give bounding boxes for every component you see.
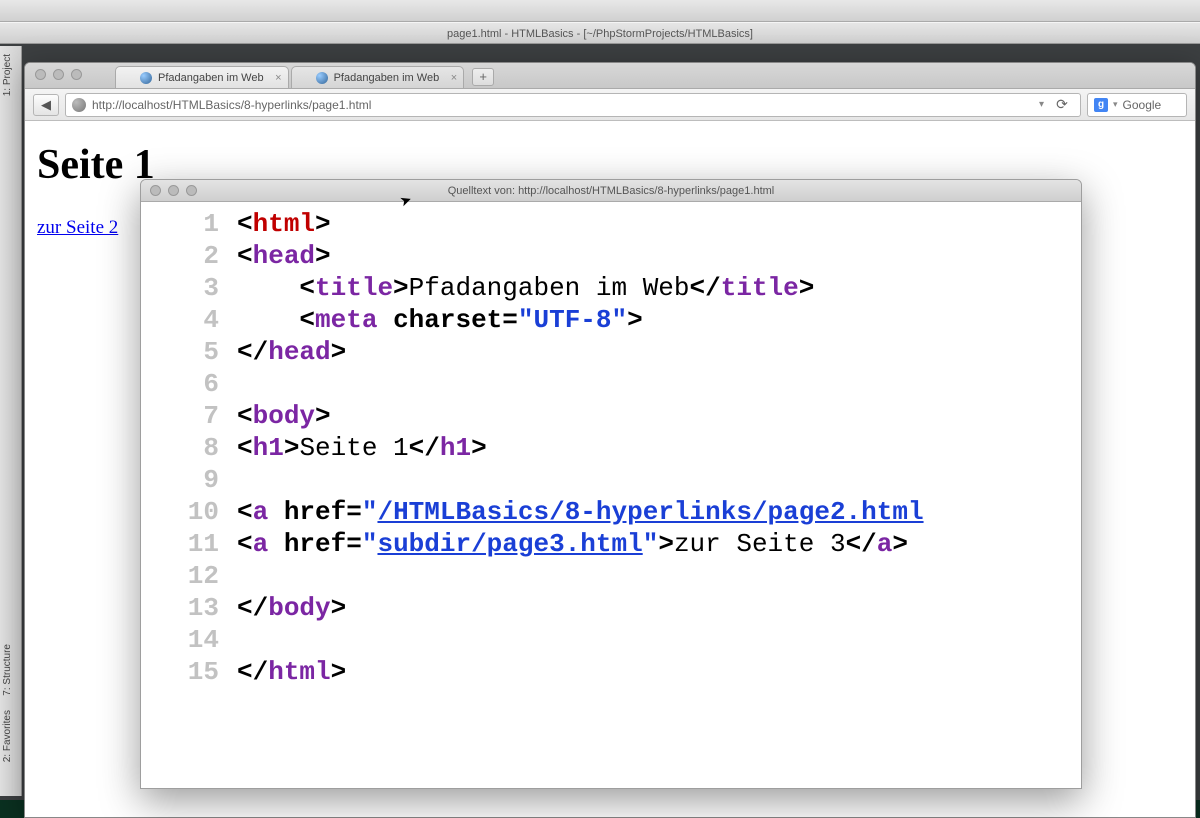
tab-label: Pfadangaben im Web [158, 67, 264, 89]
search-engine-dropdown-icon[interactable]: ▾ [1113, 99, 1118, 110]
close-icon[interactable] [150, 185, 161, 196]
tab-label: Pfadangaben im Web [334, 67, 440, 89]
ide-titlebar: page1.html - HTMLBasics - [~/PhpStormPro… [0, 22, 1200, 44]
source-href-link[interactable]: subdir/page3.html [377, 528, 642, 560]
zoom-icon[interactable] [71, 69, 82, 80]
tab-close-icon[interactable]: × [275, 67, 281, 89]
source-href-link[interactable]: /HTMLBasics/8-hyperlinks/page2.html [377, 496, 923, 528]
ide-tab-project[interactable]: 1: Project [0, 50, 15, 100]
ide-tab-structure[interactable]: 7: Structure [0, 640, 15, 700]
browser-tab-2[interactable]: Pfadangaben im Web × [291, 66, 465, 88]
globe-icon [316, 72, 328, 84]
window-controls[interactable] [25, 63, 92, 86]
source-body[interactable]: 1<html> 2<head> 3 <title>Pfadangaben im … [141, 202, 1081, 788]
view-source-window: Quelltext von: http://localhost/HTMLBasi… [140, 179, 1082, 789]
source-line: 15</html> [141, 656, 1081, 688]
source-line: 13</body> [141, 592, 1081, 624]
url-dropdown-icon[interactable]: ▾ [1039, 99, 1044, 110]
page-link-seite2[interactable]: zur Seite 2 [37, 217, 118, 238]
reload-icon[interactable]: ⟳ [1050, 96, 1074, 113]
source-line: 12 [141, 560, 1081, 592]
ide-left-gutter[interactable]: 1: Project 7: Structure 2: Favorites [0, 46, 22, 796]
site-identity-icon[interactable] [72, 98, 86, 112]
url-text: http://localhost/HTMLBasics/8-hyperlinks… [92, 98, 371, 112]
source-line: 6 [141, 368, 1081, 400]
search-box[interactable]: g ▾ Google [1087, 93, 1187, 117]
source-line: 7<body> [141, 400, 1081, 432]
source-line: 2<head> [141, 240, 1081, 272]
browser-tab-1[interactable]: Pfadangaben im Web × [115, 66, 289, 88]
browser-tabstrip: Pfadangaben im Web × Pfadangaben im Web … [25, 63, 1195, 89]
tab-close-icon[interactable]: × [451, 67, 457, 89]
source-line: 10<a href="/HTMLBasics/8-hyperlinks/page… [141, 496, 1081, 528]
source-title: Quelltext von: http://localhost/HTMLBasi… [448, 185, 774, 197]
zoom-icon[interactable] [186, 185, 197, 196]
search-placeholder: Google [1123, 98, 1162, 112]
source-line: 14 [141, 624, 1081, 656]
source-window-controls[interactable] [141, 180, 206, 201]
source-line: 11<a href="subdir/page3.html">zur Seite … [141, 528, 1081, 560]
source-line: 4 <meta charset="UTF-8"> [141, 304, 1081, 336]
macos-menubar [0, 0, 1200, 22]
source-titlebar[interactable]: Quelltext von: http://localhost/HTMLBasi… [141, 180, 1081, 202]
new-tab-button[interactable]: + [472, 68, 494, 86]
ide-window: page1.html - HTMLBasics - [~/PhpStormPro… [0, 22, 1200, 800]
url-bar[interactable]: http://localhost/HTMLBasics/8-hyperlinks… [65, 93, 1081, 117]
browser-toolbar: ◀ http://localhost/HTMLBasics/8-hyperlin… [25, 89, 1195, 121]
source-line: 9 [141, 464, 1081, 496]
globe-icon [140, 72, 152, 84]
minimize-icon[interactable] [53, 69, 64, 80]
ide-title: page1.html - HTMLBasics - [~/PhpStormPro… [447, 28, 753, 40]
source-line: 1<html> [141, 208, 1081, 240]
source-line: 8<h1>Seite 1</h1> [141, 432, 1081, 464]
close-icon[interactable] [35, 69, 46, 80]
minimize-icon[interactable] [168, 185, 179, 196]
ide-tab-favorites[interactable]: 2: Favorites [0, 706, 15, 766]
google-icon: g [1094, 98, 1108, 112]
source-line: 3 <title>Pfadangaben im Web</title> [141, 272, 1081, 304]
back-button[interactable]: ◀ [33, 94, 59, 116]
source-line: 5</head> [141, 336, 1081, 368]
